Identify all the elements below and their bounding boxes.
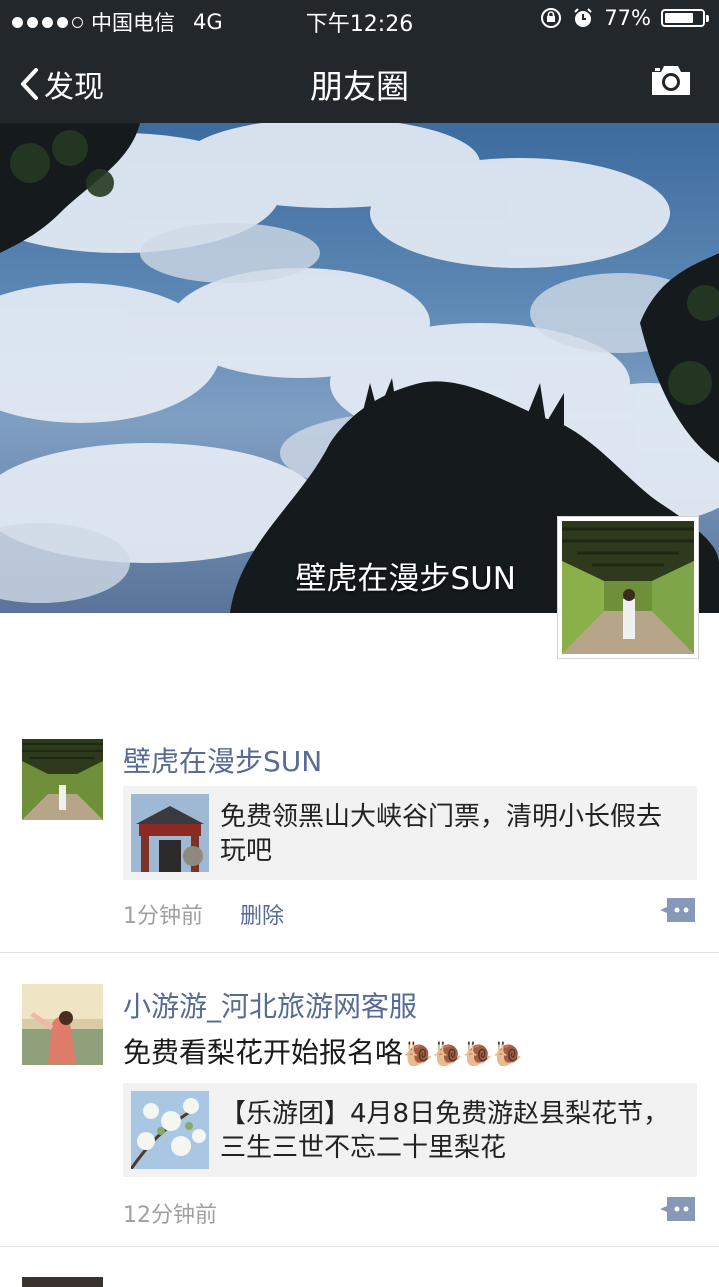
- comment-icon[interactable]: [659, 1195, 697, 1223]
- post-time: 12分钟前: [123, 1203, 217, 1228]
- gate-photo: [131, 794, 209, 872]
- post-text-body: 免费看梨花开始报名咯: [123, 1036, 404, 1069]
- moment-post: 小游游_河北旅游网客服 免费看梨花开始报名咯🐌🐌🐌🐌 【乐游团】4月8日免费游赵…: [0, 953, 719, 1247]
- status-bar: 中国电信 4G 下午12:26 77%: [0, 0, 719, 40]
- nav-bar: 发现 朋友圈: [0, 40, 719, 123]
- author-avatar[interactable]: [22, 984, 103, 1065]
- battery-icon: [661, 9, 709, 27]
- avatar-photo: [22, 739, 103, 820]
- delete-button[interactable]: 删除: [240, 898, 284, 930]
- link-thumbnail: [131, 794, 209, 872]
- orientation-lock-icon: [541, 8, 562, 28]
- camera-icon[interactable]: [649, 62, 693, 98]
- shared-link-card[interactable]: 【乐游团】4月8日免费游赵县梨花节，三生三世不忘二十里梨花: [123, 1083, 697, 1177]
- author-avatar[interactable]: [22, 739, 103, 820]
- profile-avatar[interactable]: [557, 516, 699, 659]
- next-post-avatar[interactable]: [22, 1277, 103, 1287]
- page-title: 朋友圈: [310, 67, 409, 106]
- shared-link-card[interactable]: 免费领黑山大峡谷门票，清明小长假去玩吧: [123, 786, 697, 880]
- post-time: 1分钟前: [123, 904, 203, 929]
- moments-feed: 壁虎在漫步SUN 免费领黑山大峡谷门票，清明小长假去玩吧 1分钟前 删除 小游游…: [0, 700, 719, 1287]
- link-title: 【乐游团】4月8日免费游赵县梨花节，三生三世不忘二十里梨花: [220, 1099, 670, 1163]
- snail-emoji: 🐌🐌🐌🐌: [403, 1040, 523, 1068]
- battery-percent: 77%: [604, 6, 651, 30]
- moment-post: 壁虎在漫步SUN 免费领黑山大峡谷门票，清明小长假去玩吧 1分钟前 删除: [0, 700, 719, 953]
- link-thumbnail: [131, 1091, 209, 1169]
- link-title: 免费领黑山大峡谷门票，清明小长假去玩吧: [220, 802, 663, 866]
- comment-icon[interactable]: [659, 896, 697, 924]
- avatar-photo: [22, 984, 103, 1065]
- author-name-link[interactable]: 小游游_河北旅游网客服: [123, 985, 417, 1025]
- pear-blossom-photo: [131, 1091, 209, 1169]
- author-name-link[interactable]: 壁虎在漫步SUN: [123, 740, 322, 780]
- alarm-icon: [574, 8, 593, 27]
- status-right: 77%: [540, 6, 709, 30]
- post-text: 免费看梨花开始报名咯🐌🐌🐌🐌: [123, 1031, 523, 1071]
- avatar-photo: [562, 521, 694, 654]
- cover-user-name: 壁虎在漫步SUN: [295, 561, 516, 597]
